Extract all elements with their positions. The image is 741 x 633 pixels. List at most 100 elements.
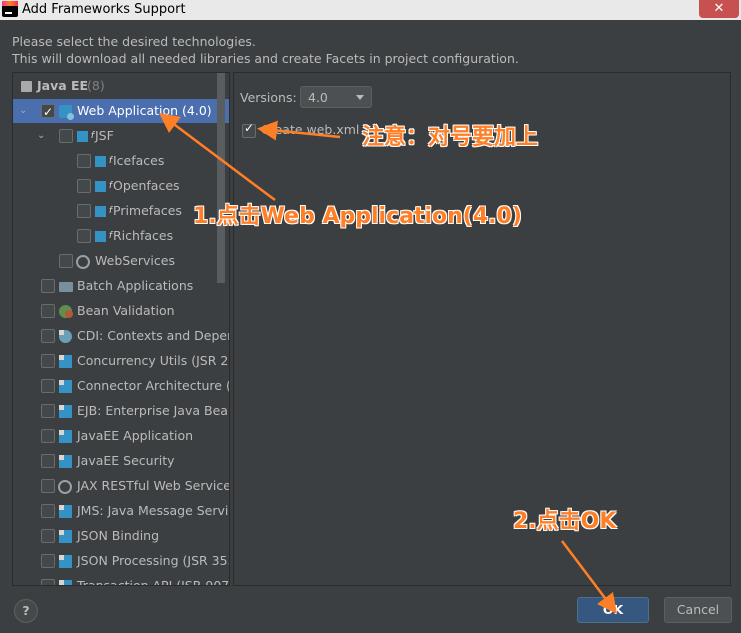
tree-item-label: Icefaces xyxy=(113,153,165,168)
connector-checkbox[interactable] xyxy=(41,379,55,393)
tree-item-label: JavaEE Application xyxy=(77,428,194,443)
tree-item-jms[interactable]: JMS: Java Message Servic xyxy=(13,499,229,523)
help-button[interactable]: ? xyxy=(14,599,38,623)
tree-item-jax-restful[interactable]: JAX RESTful Web Services xyxy=(13,474,229,498)
create-webxml-checkbox[interactable] xyxy=(242,121,256,138)
tree-item-label: Web Application (4.0) xyxy=(77,103,212,118)
tree-item-label: Batch Applications xyxy=(77,278,194,293)
folder-icon xyxy=(59,282,73,292)
json-binding-checkbox[interactable] xyxy=(41,529,55,543)
jsf-checkbox[interactable] xyxy=(59,129,73,143)
web-application-checkbox[interactable] xyxy=(41,100,55,124)
primefaces-checkbox[interactable] xyxy=(77,204,91,218)
tree-item-label: JMS: Java Message Servic xyxy=(77,503,230,518)
webservices-checkbox[interactable] xyxy=(59,254,73,268)
tree-item-label: JAX RESTful Web Services xyxy=(77,478,230,493)
tree-item-label: EJB: Enterprise Java Beans xyxy=(77,403,230,418)
title-bar: Add Frameworks Support ✕ xyxy=(0,0,741,20)
tree-item-label: Richfaces xyxy=(113,228,174,243)
openfaces-checkbox[interactable] xyxy=(77,179,91,193)
globe-icon xyxy=(76,255,90,269)
transaction-checkbox[interactable] xyxy=(41,579,55,585)
tree-item-label: JSON Processing (JSR 353 xyxy=(77,553,230,568)
tree-item-jsf[interactable]: ⌄ JSF xyxy=(13,124,229,148)
tree-item-json-binding[interactable]: JSON Binding xyxy=(13,524,229,548)
tree-scrollbar[interactable] xyxy=(217,73,225,283)
version-value: 4.0 xyxy=(308,90,328,105)
window-title: Add Frameworks Support xyxy=(22,2,186,17)
annotation-step2: 2.点击OK xyxy=(513,509,617,534)
tree-item-connector-architecture[interactable]: Connector Architecture (JS xyxy=(13,374,229,398)
chevron-down-icon xyxy=(356,95,364,100)
tree-item-concurrency-utils[interactable]: Concurrency Utils (JSR 236 xyxy=(13,349,229,373)
create-webxml-label[interactable]: Create web.xml xyxy=(261,122,359,137)
tree-item-label: Openfaces xyxy=(113,178,180,193)
tree-item-label: CDI: Contexts and Depend xyxy=(77,328,230,343)
bean-icon xyxy=(59,305,73,318)
tree-item-javaee-security[interactable]: JavaEE Security xyxy=(13,449,229,473)
annotation-step1: 1.点击Web Application(4.0) xyxy=(193,204,522,229)
tree-group-javaee: Java EE (8) xyxy=(13,74,229,98)
close-button[interactable]: ✕ xyxy=(699,0,739,18)
group-label: Java EE xyxy=(37,78,89,93)
description-line-1: Please select the desired technologies. xyxy=(12,34,256,49)
module-icon xyxy=(59,530,72,543)
module-icon xyxy=(59,505,72,518)
tree-item-label: JSF xyxy=(95,128,114,143)
richfaces-checkbox[interactable] xyxy=(77,229,91,243)
ejb-checkbox[interactable] xyxy=(41,404,55,418)
tree-item-webservices[interactable]: WebServices xyxy=(13,249,229,273)
batch-checkbox[interactable] xyxy=(41,279,55,293)
javaee-group-icon xyxy=(21,81,32,92)
concurrency-checkbox[interactable] xyxy=(41,354,55,368)
tree-item-web-application[interactable]: ⌄ Web Application (4.0) xyxy=(13,99,229,124)
annotation-checkmark-note: 注意：对号要加上 xyxy=(362,125,539,150)
tree-item-label: Primefaces xyxy=(113,203,182,218)
cdi-checkbox[interactable] xyxy=(41,329,55,343)
tree-item-transaction-api[interactable]: Transaction API (JSR 907) xyxy=(13,574,230,586)
jms-checkbox[interactable] xyxy=(41,504,55,518)
module-icon xyxy=(59,455,72,468)
tree-item-bean-validation[interactable]: Bean Validation xyxy=(13,299,229,323)
tree-item-label: Bean Validation xyxy=(77,303,175,318)
tree-item-label: JavaEE Security xyxy=(77,453,175,468)
chevron-down-icon[interactable]: ⌄ xyxy=(37,124,45,148)
description-line-2: This will download all needed libraries … xyxy=(12,51,519,66)
tree-item-label: Transaction API (JSR 907) xyxy=(77,578,230,586)
tree-item-label: Concurrency Utils (JSR 236 xyxy=(77,353,230,368)
jsf-icon xyxy=(95,149,112,173)
tree-item-icefaces[interactable]: Icefaces xyxy=(13,149,229,173)
tree-item-openfaces[interactable]: Openfaces xyxy=(13,174,229,198)
cdi-icon xyxy=(59,330,72,343)
module-icon xyxy=(59,430,72,443)
jsf-icon xyxy=(95,199,112,223)
tree-item-batch-applications[interactable]: Batch Applications xyxy=(13,274,229,298)
description: Please select the desired technologies. … xyxy=(12,33,519,67)
tree-item-javaee-application[interactable]: JavaEE Application xyxy=(13,424,229,448)
version-select[interactable]: 4.0 xyxy=(300,86,372,108)
tree-item-cdi[interactable]: CDI: Contexts and Depend xyxy=(13,324,229,348)
module-icon xyxy=(59,580,72,585)
globe-icon xyxy=(58,480,72,494)
jsf-icon xyxy=(95,174,112,198)
ok-button[interactable]: OK xyxy=(577,597,649,623)
module-icon xyxy=(59,380,72,393)
bean-validation-checkbox[interactable] xyxy=(41,304,55,318)
json-processing-checkbox[interactable] xyxy=(41,554,55,568)
close-icon: ✕ xyxy=(713,1,725,16)
jax-restful-checkbox[interactable] xyxy=(41,479,55,493)
cancel-button[interactable]: Cancel xyxy=(664,597,732,623)
tree-item-label: JSON Binding xyxy=(77,528,160,543)
javaee-security-checkbox[interactable] xyxy=(41,454,55,468)
frameworks-tree[interactable]: Java EE (8) ⌄ Web Application (4.0) ⌄ JS… xyxy=(12,72,230,586)
javaee-application-checkbox[interactable] xyxy=(41,429,55,443)
versions-label: Versions: xyxy=(240,90,297,105)
web-app-icon xyxy=(59,105,74,120)
icefaces-checkbox[interactable] xyxy=(77,154,91,168)
tree-item-ejb[interactable]: EJB: Enterprise Java Beans xyxy=(13,399,229,423)
chevron-down-icon[interactable]: ⌄ xyxy=(19,99,27,123)
tree-item-label: Connector Architecture (JS xyxy=(77,378,230,393)
module-icon xyxy=(59,355,72,368)
tree-item-json-processing[interactable]: JSON Processing (JSR 353 xyxy=(13,549,229,573)
module-icon xyxy=(59,405,72,418)
